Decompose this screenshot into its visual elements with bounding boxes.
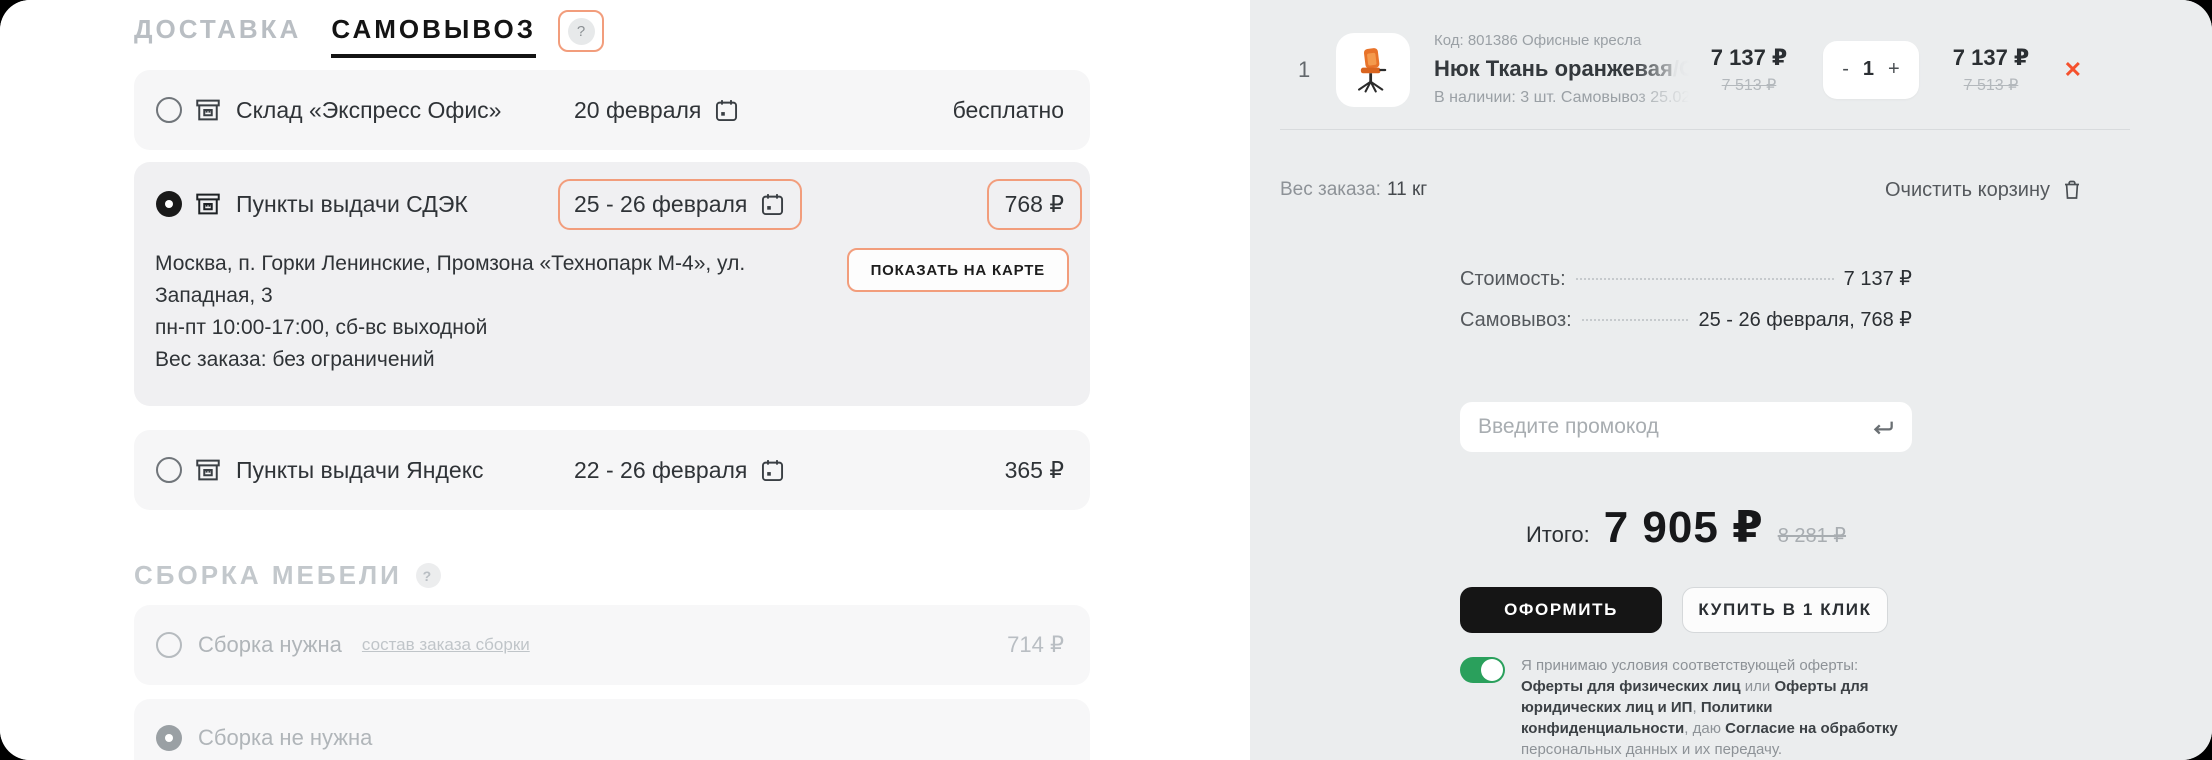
pickup-price-chip: 768 ₽	[987, 179, 1082, 230]
checkout-page: ДОСТАВКА САМОВЫВОЗ ? Склад «Экспресс Офи…	[0, 0, 2212, 760]
radio-assembly-needed[interactable]	[156, 632, 182, 658]
terms-text: Я принимаю условия соответствующей оферт…	[1521, 655, 1912, 760]
tab-delivery[interactable]: ДОСТАВКА	[134, 14, 301, 54]
pickup-option-price: бесплатно	[953, 97, 1064, 124]
assembly-not-needed-label: Сборка не нужна	[198, 725, 372, 751]
pickup-option-price: 365 ₽	[1005, 457, 1064, 484]
product-availability: В наличии: 3 шт. Самовывоз 25.02-26	[1434, 89, 1689, 107]
data-processing-consent-link[interactable]: Согласие на обработку	[1725, 720, 1898, 737]
cart-divider	[1280, 129, 2130, 130]
total-label: Итого:	[1526, 522, 1590, 548]
offer-individuals-link[interactable]: Оферты для физических лиц	[1521, 678, 1741, 695]
quantity-stepper[interactable]: - 1 +	[1823, 41, 1919, 99]
assembly-order-contents-link[interactable]: состав заказа сборки	[362, 635, 530, 655]
total-old-value: 8 281 ₽	[1778, 523, 1846, 548]
warehouse-icon	[194, 190, 222, 218]
checkout-buttons: ОФОРМИТЬ КУПИТЬ В 1 КЛИК	[1460, 587, 1912, 633]
cart-item-row: 1 Код: 801386 Офисные кресла Нюк Ткань о…	[1280, 32, 2130, 107]
show-on-map-button[interactable]: ПОКАЗАТЬ НА КАРТЕ	[847, 248, 1069, 292]
increase-quantity-button[interactable]: +	[1884, 54, 1904, 85]
summary-row-pickup: Самовывоз: 25 - 26 февраля, 768 ₽	[1460, 307, 1912, 348]
unit-old-price: 7 513 ₽	[1693, 75, 1805, 95]
pickup-option-name: Пункты выдачи Яндекс	[236, 457, 574, 484]
unit-price: 7 137 ₽	[1693, 45, 1805, 71]
line-total-column: 7 137 ₽ 7 513 ₽	[1935, 45, 2047, 95]
line-total: 7 137 ₽	[1935, 45, 2047, 71]
pickup-hours: пн-пт 10:00-17:00, сб-вс выходной	[155, 312, 815, 344]
trash-icon	[2060, 178, 2084, 202]
delivery-tabs: ДОСТАВКА САМОВЫВОЗ ?	[134, 14, 1224, 58]
question-icon[interactable]: ?	[416, 563, 441, 588]
dotted-leader	[1582, 319, 1689, 321]
calendar-icon[interactable]	[759, 457, 786, 484]
remove-item-button[interactable]: ✕	[2064, 57, 2082, 83]
decrease-quantity-button[interactable]: -	[1838, 54, 1853, 85]
total-value: 7 905 ₽	[1604, 502, 1764, 553]
pickup-option-date: 22 - 26 февраля	[574, 457, 786, 484]
pickup-option-warehouse[interactable]: Склад «Экспресс Офис» 20 февраля бесплат…	[134, 70, 1090, 150]
calendar-icon[interactable]	[759, 191, 786, 218]
cart-weight-row: Вес заказа: 11 кг Очистить корзину	[1280, 178, 2130, 202]
warehouse-icon	[194, 456, 222, 484]
pickup-option-name: Пункты выдачи СДЭК	[236, 191, 574, 218]
checkout-summary-column: Стоимость: 7 137 ₽ Самовывоз: 25 - 26 фе…	[1460, 266, 1912, 760]
promo-code-block	[1460, 402, 1912, 452]
cart-pane: 1 Код: 801386 Офисные кресла Нюк Ткань о…	[1250, 0, 2212, 760]
radio-warehouse[interactable]	[156, 97, 182, 123]
radio-assembly-not-needed[interactable]	[156, 725, 182, 751]
enter-icon[interactable]	[1870, 414, 1896, 440]
question-icon: ?	[568, 18, 595, 45]
pickup-date-chip[interactable]: 25 - 26 февраля	[558, 179, 802, 230]
delivery-options-pane: ДОСТАВКА САМОВЫВОЗ ? Склад «Экспресс Офи…	[0, 0, 1250, 760]
tab-pickup[interactable]: САМОВЫВОЗ	[331, 14, 536, 58]
pickup-address: Москва, п. Горки Ленинские, Промзона «Те…	[155, 248, 815, 312]
clear-cart-button[interactable]: Очистить корзину	[1885, 178, 2084, 202]
terms-consent-row: Я принимаю условия соответствующей оферт…	[1460, 655, 1912, 760]
one-click-buy-button[interactable]: КУПИТЬ В 1 КЛИК	[1682, 587, 1888, 633]
product-name[interactable]: Нюк Ткань оранжевая/Сетка	[1434, 56, 1689, 82]
pickup-weight-limit: Вес заказа: без ограничений	[155, 344, 815, 376]
pickup-option-name: Склад «Экспресс Офис»	[236, 97, 574, 124]
assembly-needed-label: Сборка нужна	[198, 632, 342, 658]
cart-item-index: 1	[1298, 57, 1320, 83]
checkout-button[interactable]: ОФОРМИТЬ	[1460, 587, 1662, 633]
product-info: Код: 801386 Офисные кресла Нюк Ткань ора…	[1434, 32, 1689, 107]
dotted-leader	[1576, 278, 1834, 280]
pickup-option-cdek[interactable]: Пункты выдачи СДЭК 25 - 26 февраля 768 ₽…	[134, 162, 1090, 406]
order-total-row: Итого: 7 905 ₽ 8 281 ₽	[1460, 502, 1912, 553]
assembly-section-title: СБОРКА МЕБЕЛИ ?	[134, 560, 1224, 591]
quantity-value: 1	[1863, 58, 1874, 81]
radio-yandex[interactable]	[156, 457, 182, 483]
pickup-point-details: Москва, п. Горки Ленинские, Промзона «Те…	[134, 246, 1090, 406]
unit-price-column: 7 137 ₽ 7 513 ₽	[1693, 45, 1805, 95]
assembly-needed-option[interactable]: Сборка нужна состав заказа сборки 714 ₽	[134, 605, 1090, 685]
order-weight-value: 11 кг	[1387, 179, 1427, 201]
office-chair-image	[1345, 42, 1401, 98]
assembly-not-needed-option[interactable]: Сборка не нужна	[134, 699, 1090, 760]
order-weight-label: Вес заказа:	[1280, 179, 1381, 201]
terms-toggle[interactable]	[1460, 657, 1505, 683]
pickup-help-button[interactable]: ?	[558, 10, 604, 52]
calendar-icon[interactable]	[713, 97, 740, 124]
assembly-price: 714 ₽	[1007, 632, 1064, 658]
order-summary: Стоимость: 7 137 ₽ Самовывоз: 25 - 26 фе…	[1460, 266, 1912, 348]
pickup-option-date: 20 февраля	[574, 97, 740, 124]
radio-cdek[interactable]	[156, 191, 182, 217]
summary-row-cost: Стоимость: 7 137 ₽	[1460, 266, 1912, 307]
pickup-option-yandex[interactable]: Пункты выдачи Яндекс 22 - 26 февраля 365…	[134, 430, 1090, 510]
line-old-total: 7 513 ₽	[1935, 75, 2047, 95]
product-code: Код: 801386 Офисные кресла	[1434, 32, 1689, 49]
warehouse-icon	[194, 96, 222, 124]
product-image[interactable]	[1336, 33, 1410, 107]
promo-code-input[interactable]	[1460, 402, 1912, 452]
